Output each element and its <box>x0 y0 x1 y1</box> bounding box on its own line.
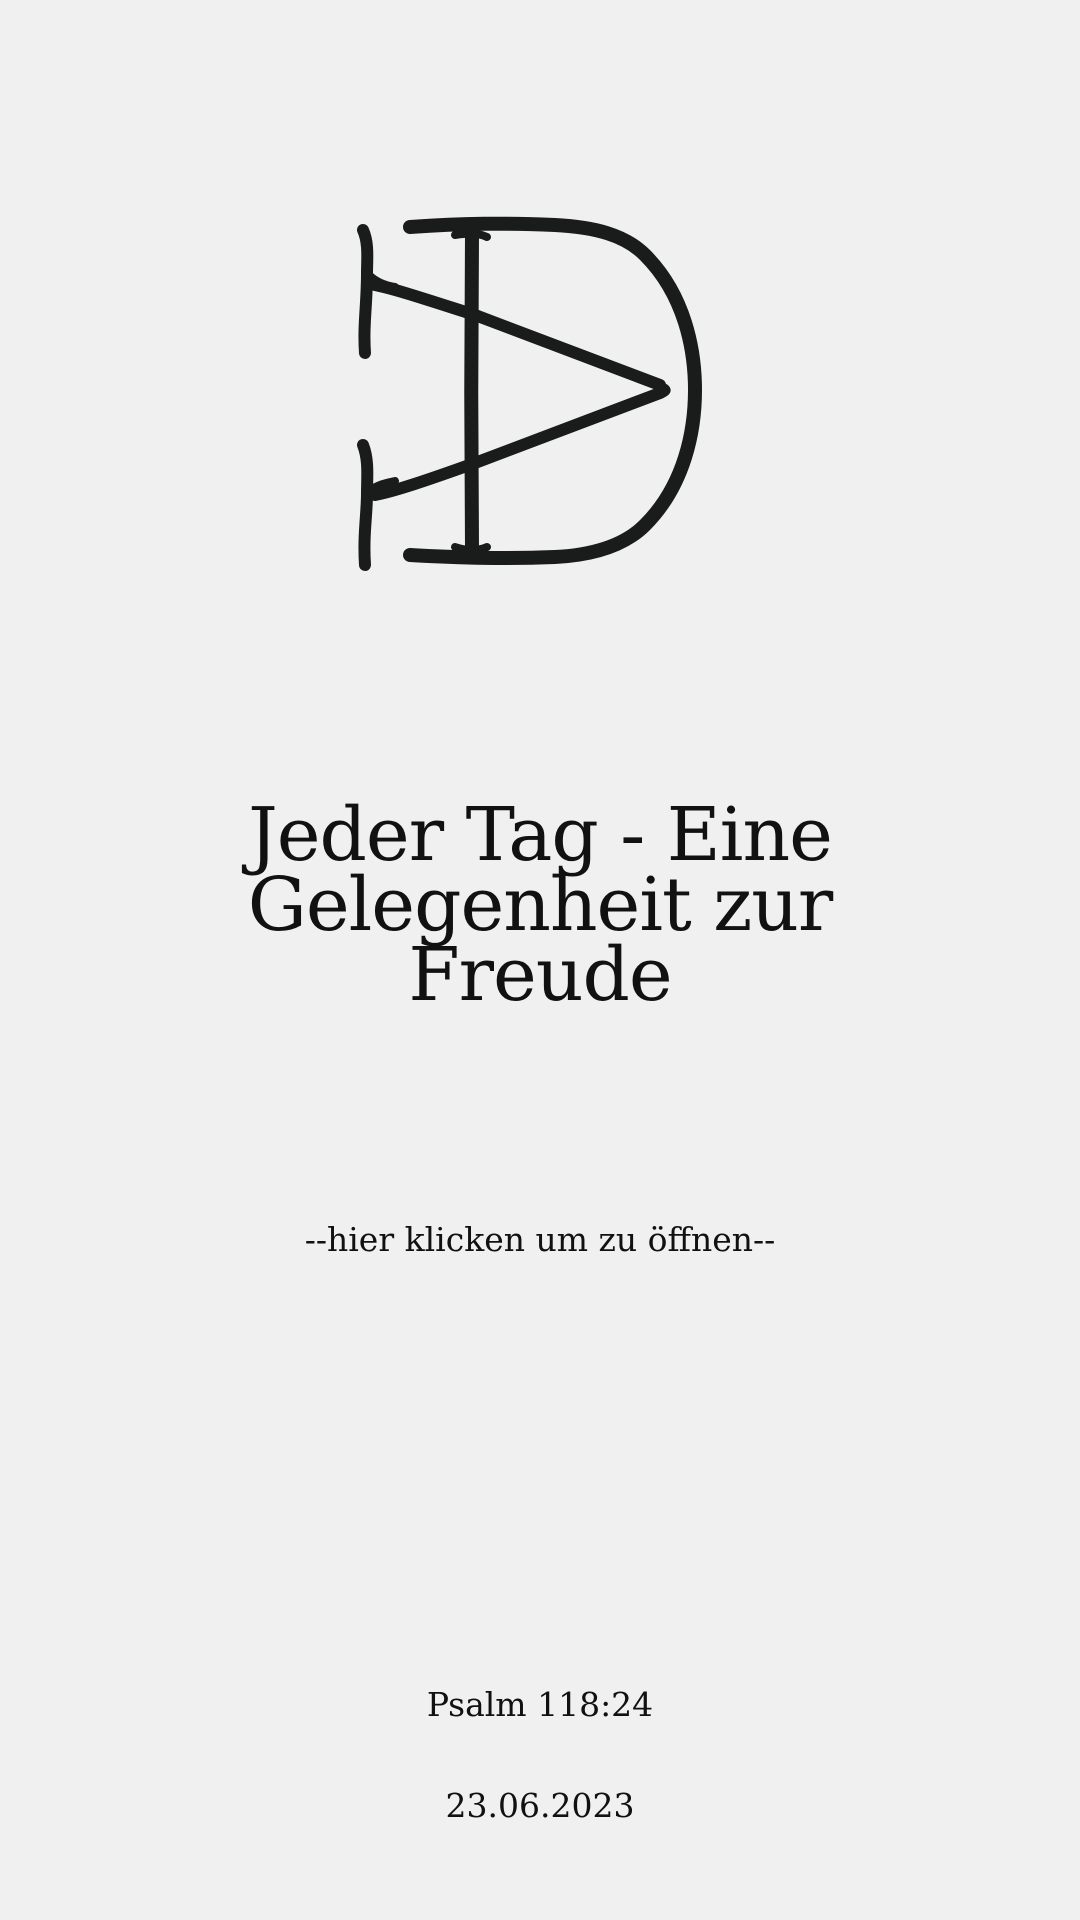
page-title-line-3: Freude <box>408 932 672 1018</box>
open-link[interactable]: --hier klicken um zu öffnen-- <box>0 1218 1080 1262</box>
page-title: Jeder Tag - Eine Gelegenheit zur Freude <box>180 798 900 1012</box>
monogram-logo-icon <box>355 215 745 575</box>
date-label: 23.06.2023 <box>445 1786 635 1825</box>
bible-reference: Psalm 118:24 <box>426 1685 654 1724</box>
